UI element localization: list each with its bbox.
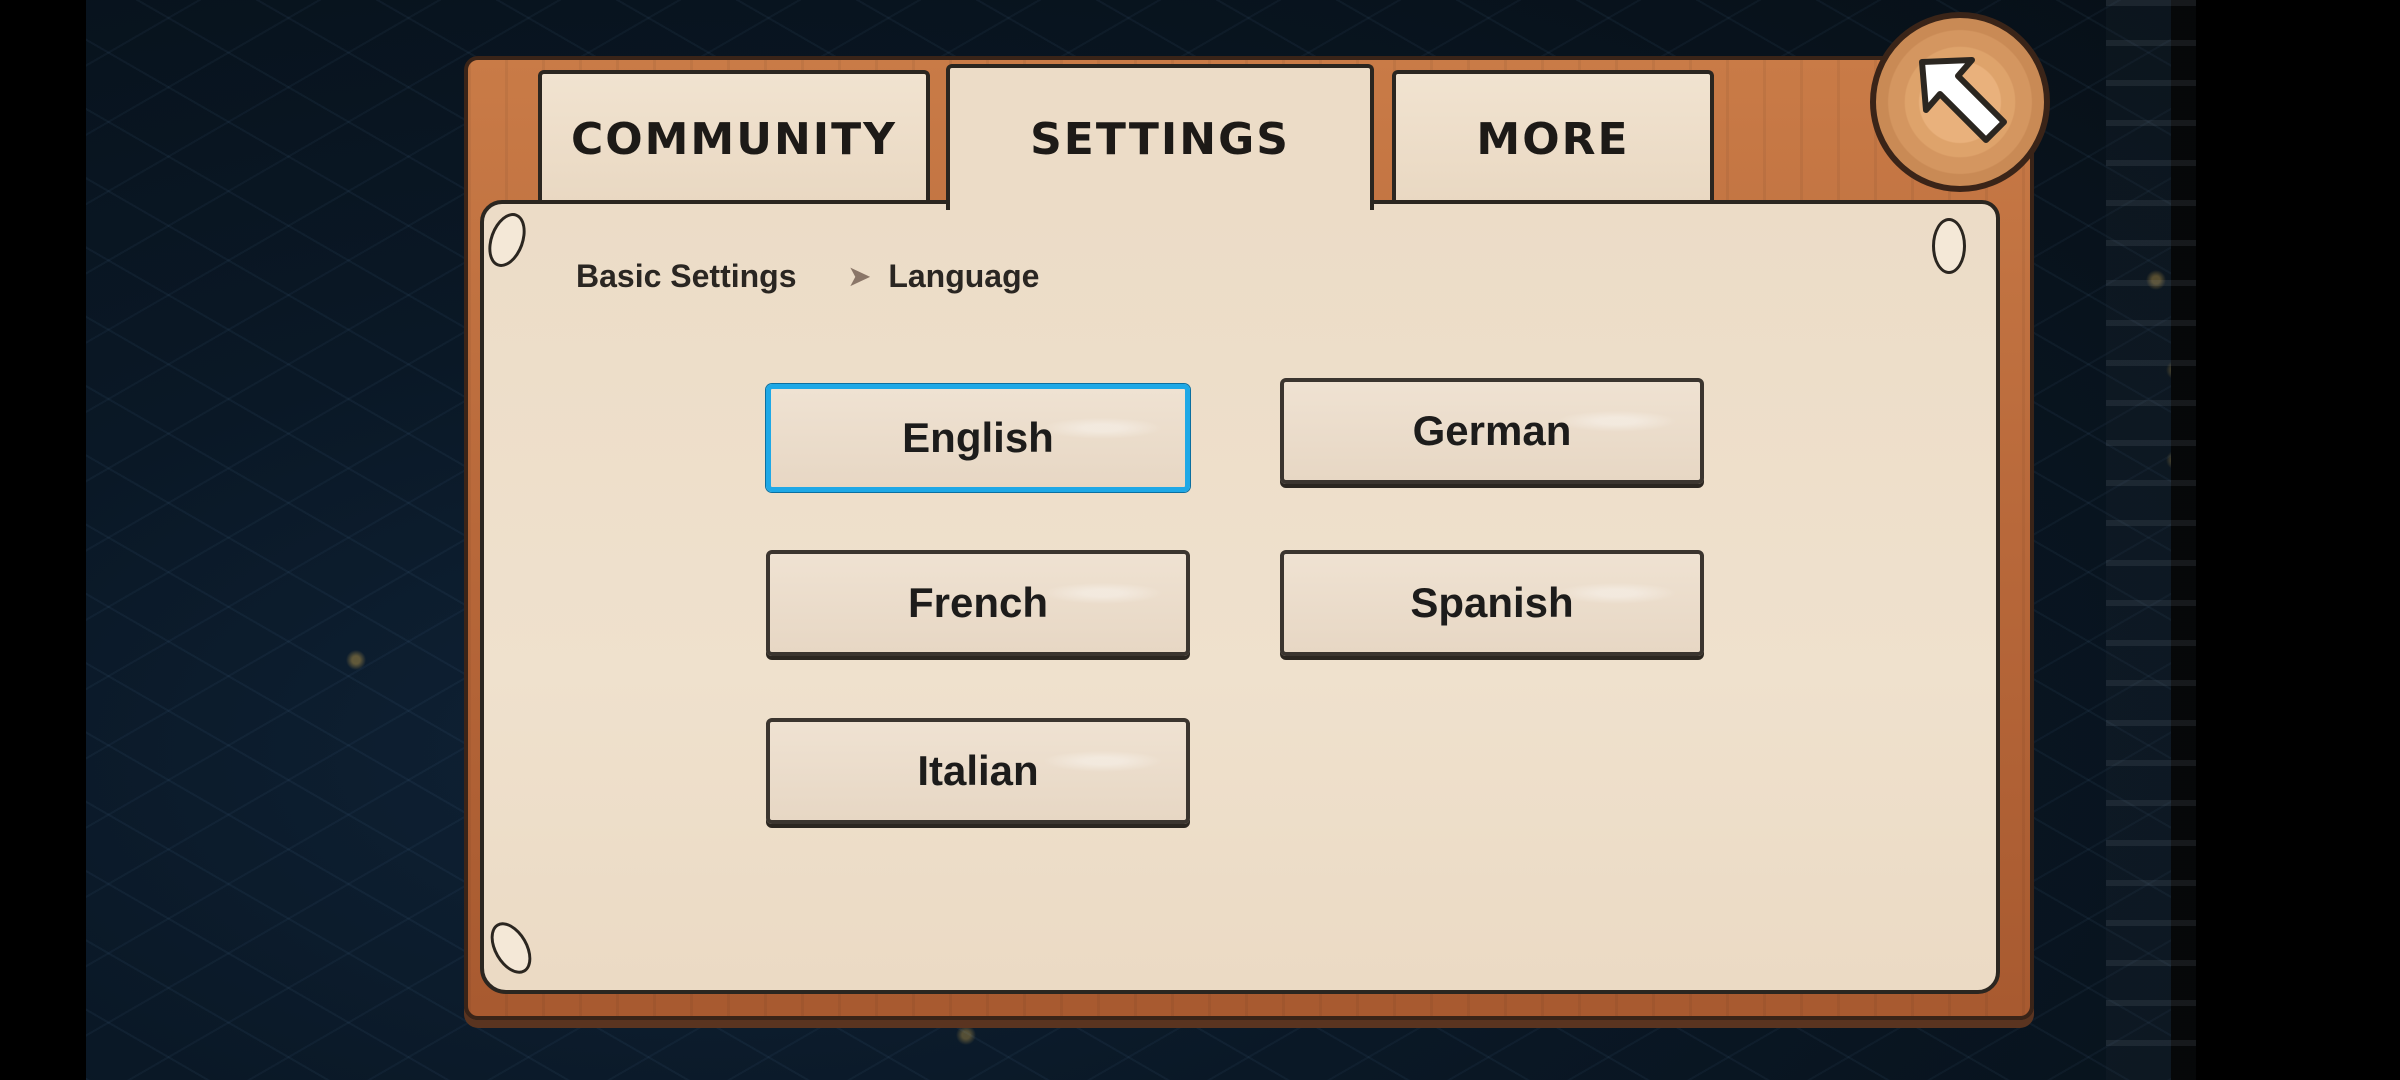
language-label: German (1412, 407, 1572, 454)
breadcrumb-basic-settings[interactable]: Basic Settings (576, 258, 797, 295)
tab-settings[interactable]: SETTINGS (946, 64, 1374, 210)
tab-more-label: MORE (1476, 113, 1630, 165)
language-button-english[interactable]: English (766, 384, 1190, 492)
tab-settings-label: SETTINGS (1030, 113, 1290, 165)
tab-more[interactable]: MORE (1392, 70, 1714, 204)
tab-community-label: COMMUNITY (570, 113, 898, 165)
language-label: French (907, 579, 1049, 626)
paper-curl-decoration (482, 915, 540, 981)
language-button-french[interactable]: French (766, 550, 1190, 656)
game-screen: COMMUNITY SETTINGS MORE Basic Settings ➤… (0, 0, 2400, 1080)
language-label: English (902, 414, 1054, 461)
back-arrow-icon (1919, 57, 2007, 143)
breadcrumb: Basic Settings ➤ Language (576, 252, 1039, 300)
breadcrumb-language: Language (888, 257, 1040, 294)
language-label: Spanish (1410, 579, 1574, 626)
language-button-german[interactable]: German (1280, 378, 1704, 484)
back-button[interactable] (1870, 12, 2050, 192)
language-button-italian[interactable]: Italian (766, 718, 1190, 824)
parchment-content-area (480, 200, 2000, 994)
chevron-right-icon: ➤ (848, 260, 871, 291)
language-button-spanish[interactable]: Spanish (1280, 550, 1704, 656)
paper-crease-decoration (1932, 218, 1966, 274)
language-label: Italian (917, 747, 1039, 794)
paper-curl-decoration (481, 207, 533, 273)
tab-community[interactable]: COMMUNITY (538, 70, 930, 204)
